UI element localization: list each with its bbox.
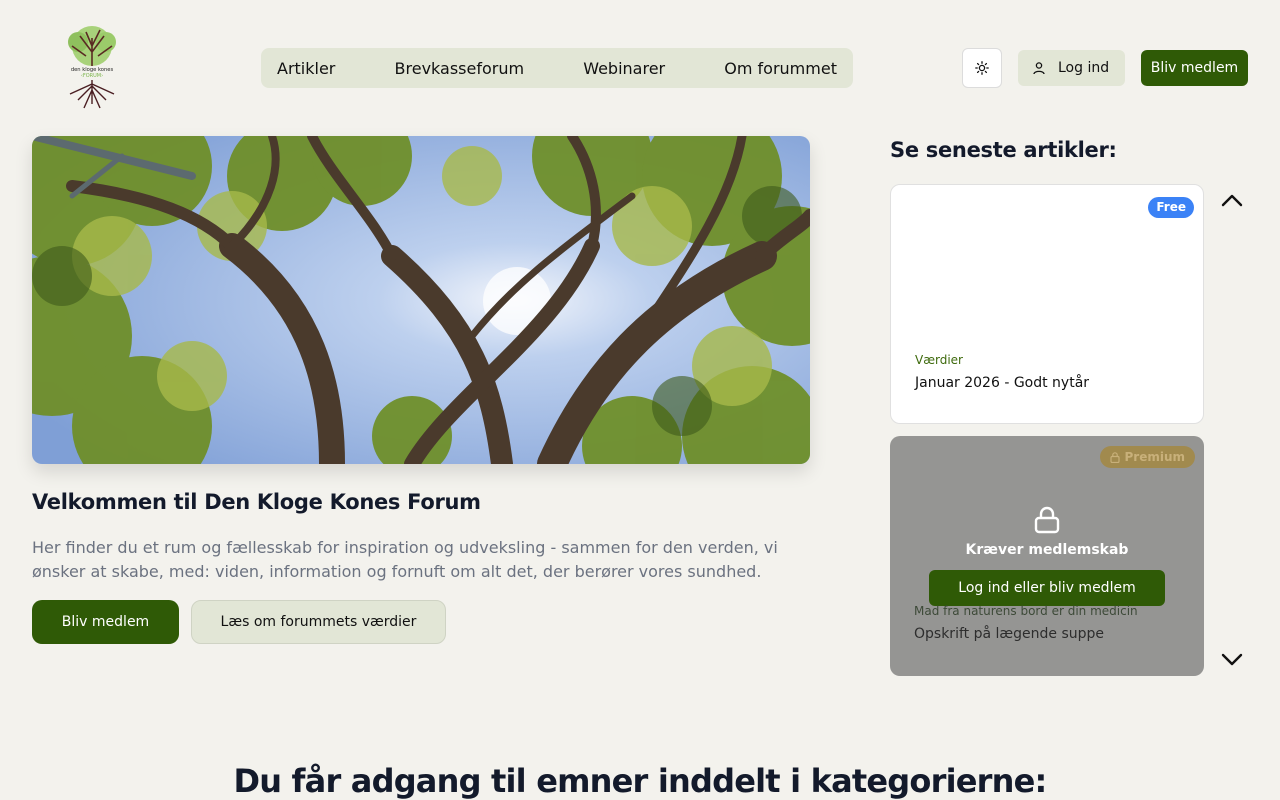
latest-articles-heading: Se seneste artikler: bbox=[890, 138, 1117, 162]
login-label: Log ind bbox=[1058, 60, 1110, 76]
chevron-up-icon bbox=[1221, 194, 1243, 207]
nav-item-brevkasseforum[interactable]: Brevkasseforum bbox=[395, 59, 525, 78]
article-category: Værdier bbox=[915, 353, 963, 367]
nav-item-webinarer[interactable]: Webinarer bbox=[583, 59, 665, 78]
article-category: Mad fra naturens bord er din medicin bbox=[914, 604, 1138, 618]
theme-toggle-button[interactable] bbox=[962, 48, 1002, 88]
hero-image bbox=[32, 136, 810, 464]
carousel-up-button[interactable] bbox=[1218, 190, 1246, 210]
login-or-join-button[interactable]: Log ind eller bliv medlem bbox=[929, 570, 1165, 606]
lock-icon bbox=[1110, 451, 1121, 463]
read-values-button[interactable]: Læs om forummets værdier bbox=[191, 600, 446, 644]
membership-required-label: Kræver medlemskab bbox=[965, 542, 1129, 558]
nav-item-artikler[interactable]: Artikler bbox=[277, 59, 335, 78]
main-nav: Artikler Brevkasseforum Webinarer Om for… bbox=[261, 48, 853, 88]
lock-icon bbox=[1034, 506, 1060, 534]
hero-title: Velkommen til Den Kloge Kones Forum bbox=[32, 490, 481, 514]
login-button[interactable]: Log ind bbox=[1018, 50, 1125, 86]
user-icon bbox=[1033, 62, 1045, 75]
nav-item-om-forummet[interactable]: Om forummet bbox=[724, 59, 837, 78]
svg-text:‹FORUM›: ‹FORUM› bbox=[81, 73, 103, 79]
site-logo[interactable]: den kloge kones ‹FORUM› bbox=[56, 24, 128, 110]
article-title: Januar 2026 - Godt nytår bbox=[915, 375, 1090, 391]
tree-logo-icon: den kloge kones ‹FORUM› bbox=[68, 26, 116, 109]
sun-icon bbox=[975, 61, 989, 75]
article-card[interactable]: Free Værdier Januar 2026 - Godt nytår bbox=[890, 184, 1204, 424]
hero-join-button[interactable]: Bliv medlem bbox=[32, 600, 179, 644]
premium-badge: Premium bbox=[1100, 446, 1195, 468]
article-title: Opskrift på lægende suppe bbox=[914, 626, 1105, 642]
carousel-down-button[interactable] bbox=[1218, 650, 1246, 670]
premium-badge-label: Premium bbox=[1124, 450, 1185, 464]
join-button[interactable]: Bliv medlem bbox=[1141, 50, 1248, 86]
chevron-down-icon bbox=[1221, 653, 1243, 666]
tree-canopy-image bbox=[32, 136, 810, 464]
hero-description: Her finder du et rum og fællesskab for i… bbox=[32, 538, 778, 581]
premium-article-card[interactable]: Premium Kræver medlemskab Log ind eller … bbox=[890, 436, 1204, 676]
free-badge: Free bbox=[1148, 197, 1194, 218]
categories-heading: Du får adgang til emner inddelt i katego… bbox=[233, 762, 1047, 800]
